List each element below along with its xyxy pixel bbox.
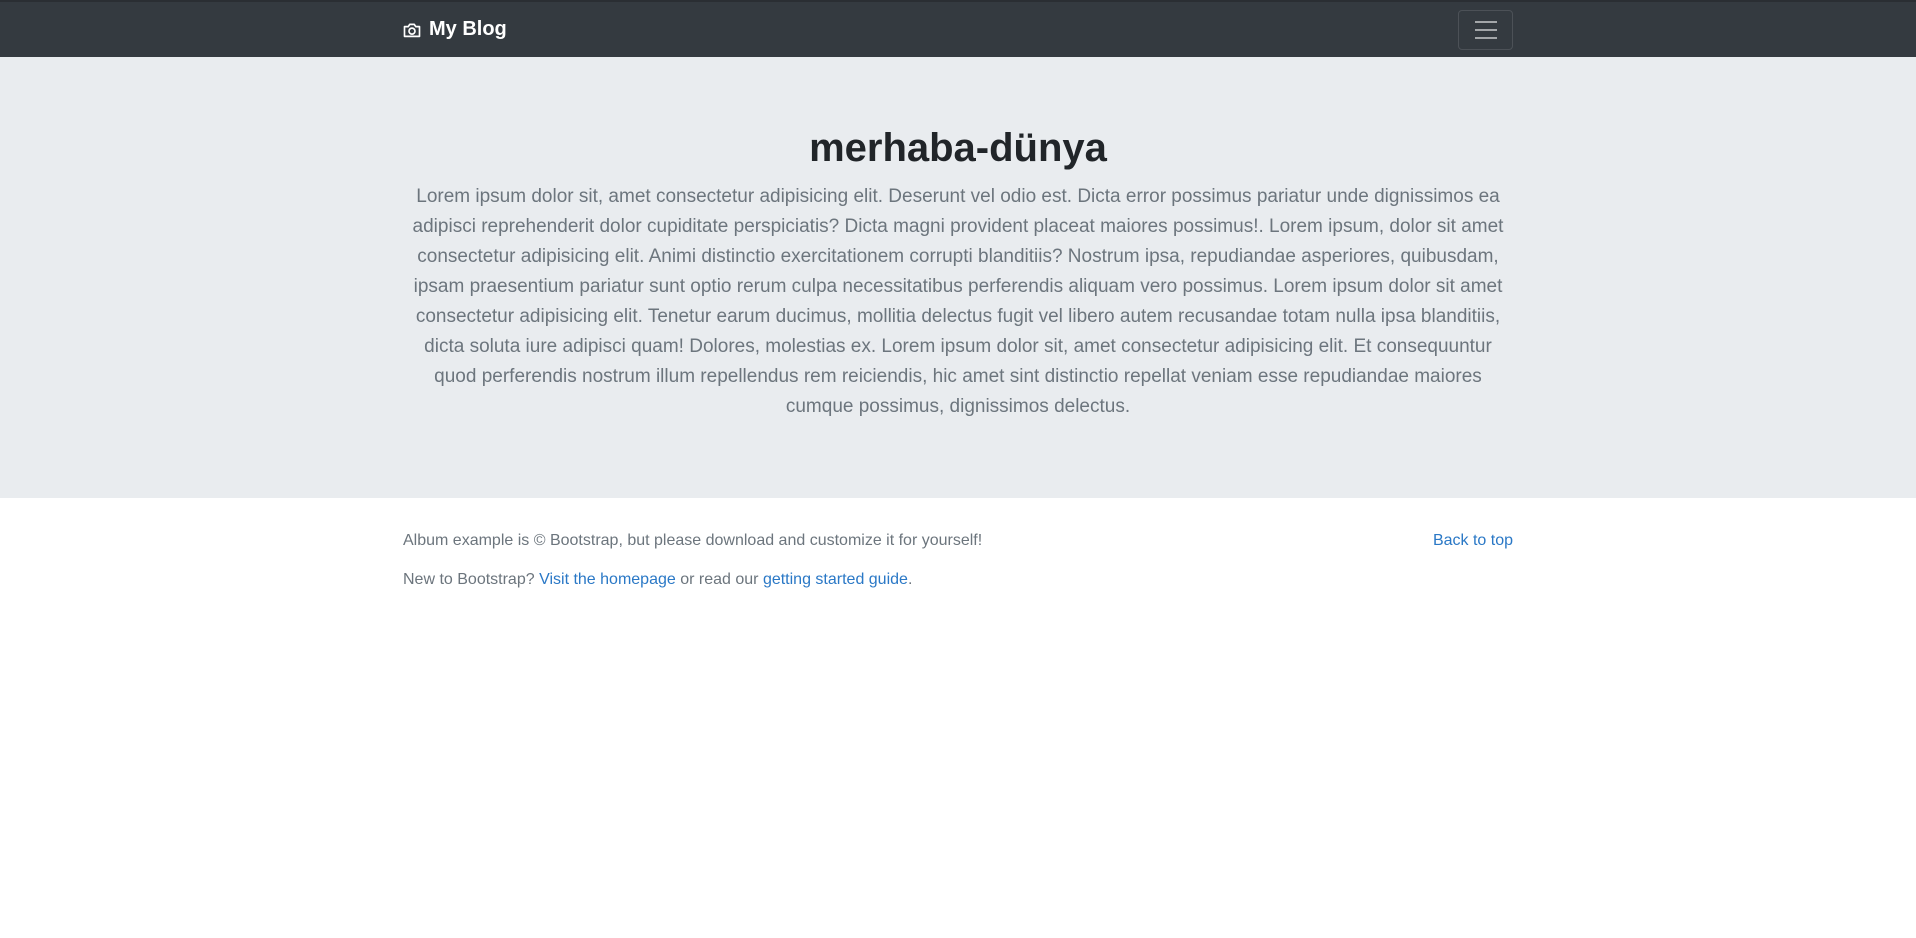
hamburger-menu-icon	[1474, 36, 1497, 39]
camera-icon	[403, 22, 421, 38]
footer-top-row: Album example is © Bootstrap, but please…	[403, 531, 1513, 551]
getting-started-guide-link[interactable]: getting started guide	[763, 571, 908, 588]
footer-middle-text: or read our	[680, 571, 759, 588]
footer-copyright: Album example is © Bootstrap, but please…	[403, 532, 983, 549]
navbar: My Blog	[0, 0, 1916, 57]
footer: Album example is © Bootstrap, but please…	[403, 498, 1513, 591]
homepage-link[interactable]: Visit the homepage	[539, 571, 676, 588]
navbar-container: My Blog	[403, 2, 1513, 57]
hero-section: merhaba-dünya Lorem ipsum dolor sit, ame…	[0, 57, 1916, 498]
hero-container: merhaba-dünya Lorem ipsum dolor sit, ame…	[403, 124, 1513, 422]
navbar-toggler-button[interactable]	[1458, 9, 1513, 50]
footer-new-prefix: New to Bootstrap?	[403, 571, 535, 588]
back-to-top-link[interactable]: Back to top	[1433, 532, 1513, 550]
brand-label: My Blog	[429, 18, 507, 40]
hamburger-menu-icon	[1474, 20, 1497, 23]
page-title: merhaba-dünya	[809, 126, 1107, 170]
brand-link[interactable]: My Blog	[403, 18, 507, 41]
footer-period: .	[907, 571, 913, 588]
hamburger-menu-icon	[1474, 28, 1497, 31]
footer-bottom-row: New to Bootstrap? Visit the homepage or …	[403, 571, 1513, 591]
hero-lead-text: Lorem ipsum dolor sit, amet consectetur …	[412, 186, 1504, 417]
